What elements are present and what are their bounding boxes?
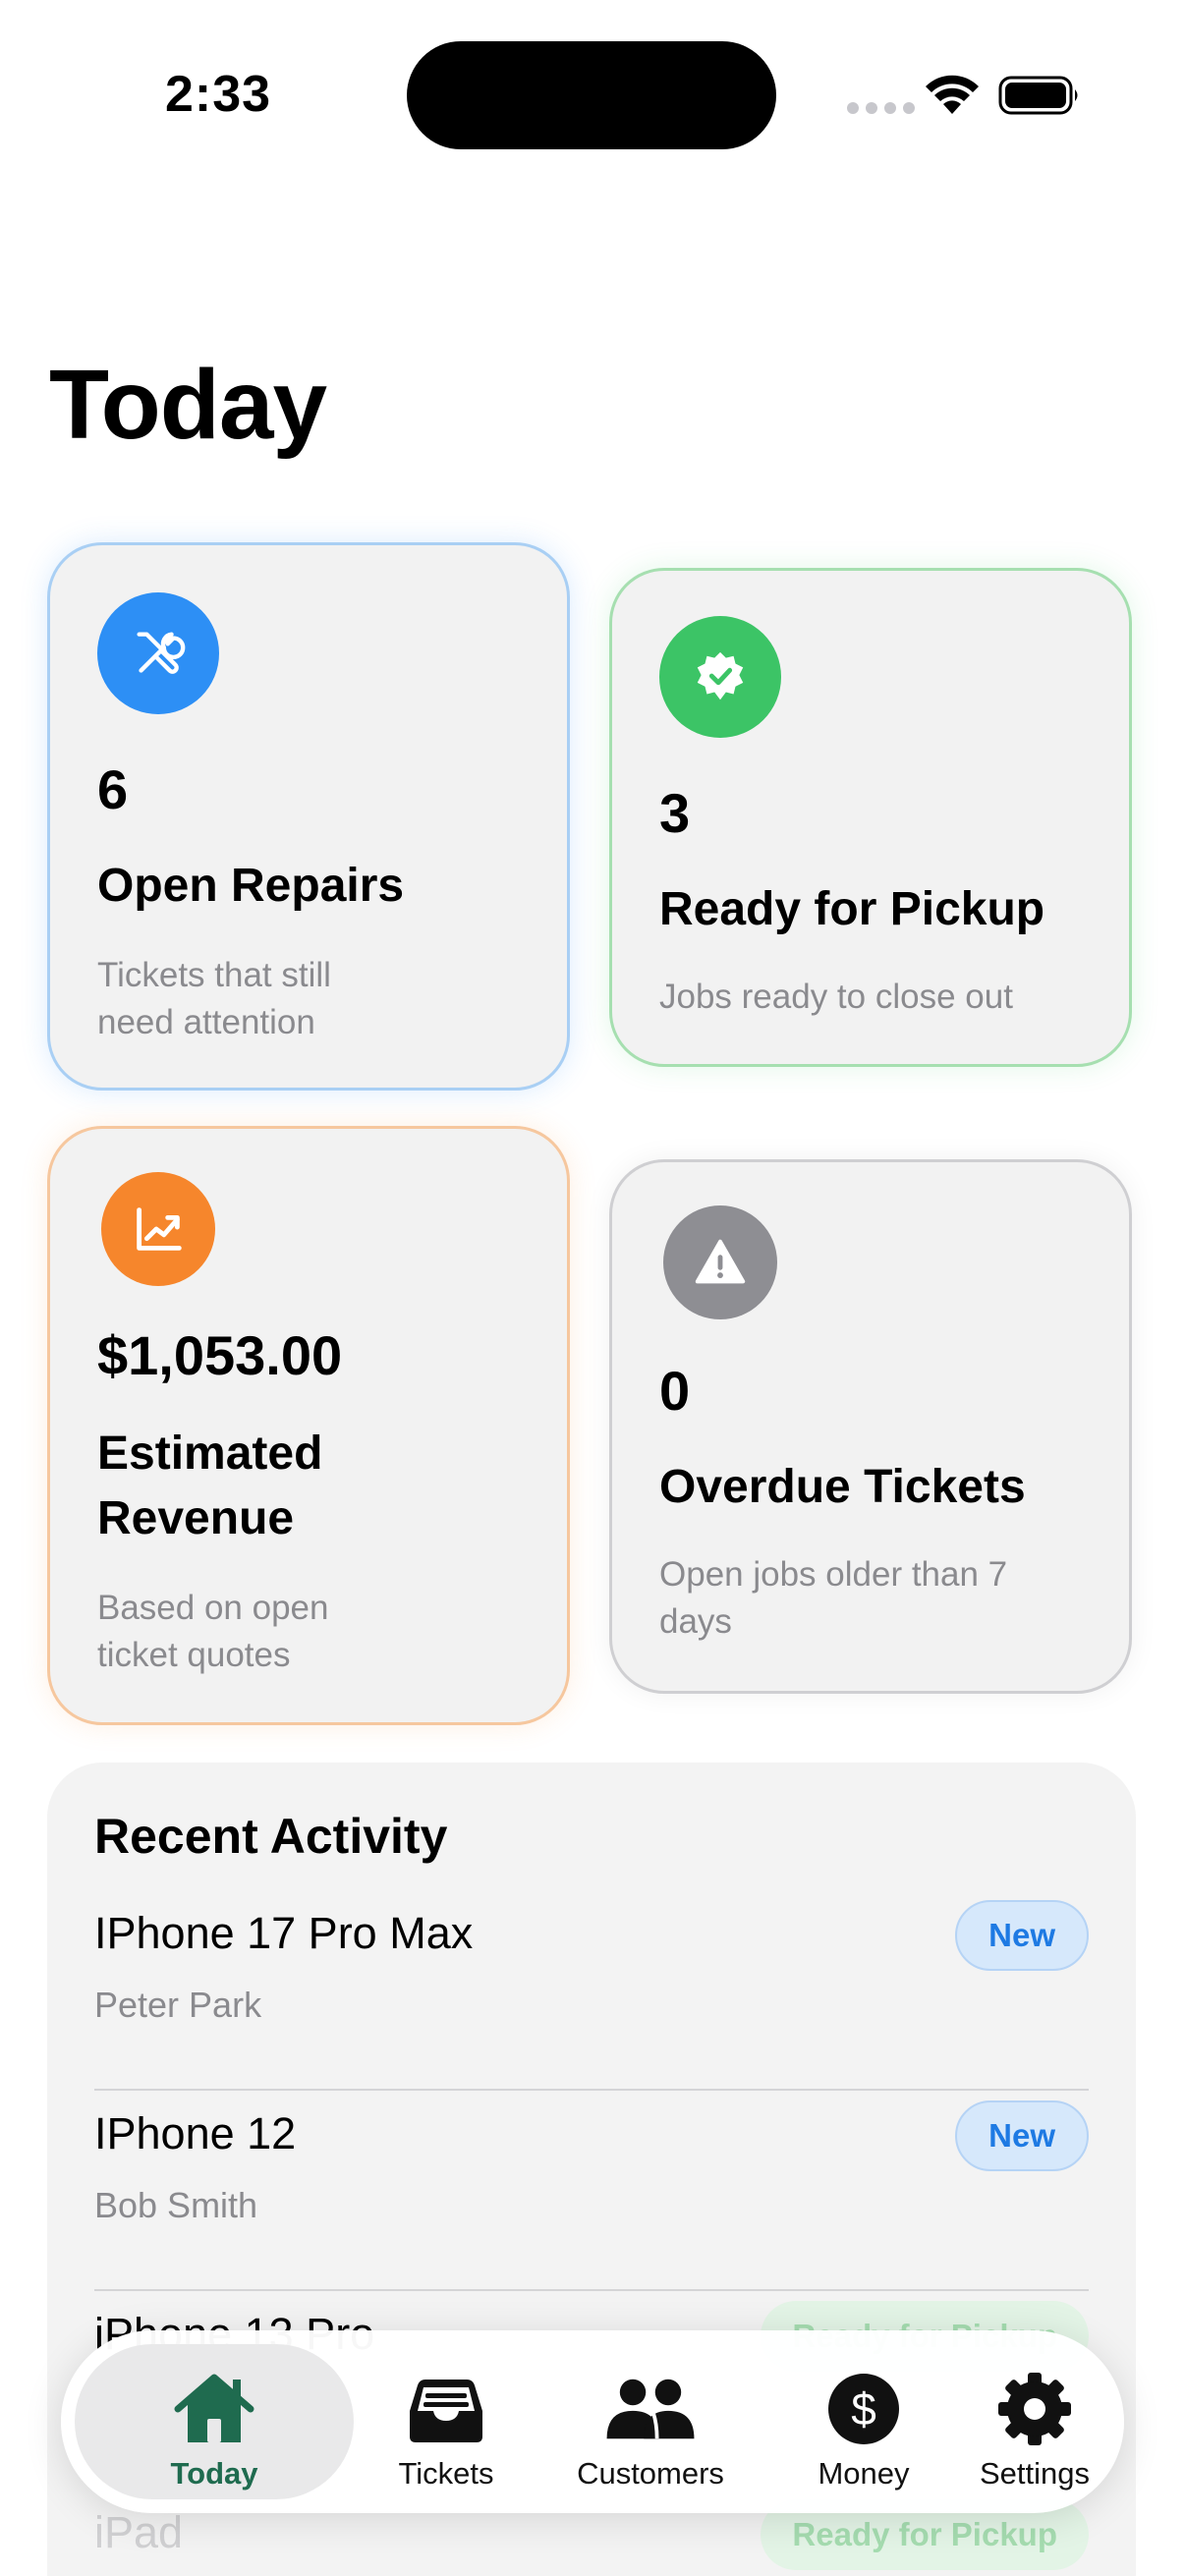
chart-up-icon [101,1172,215,1286]
estimated-revenue-description: Based on open ticket quotes [97,1589,329,1674]
warning-triangle-icon [663,1205,777,1319]
wifi-icon [926,75,979,114]
tab-label: Tickets [398,2456,494,2491]
checkmark-seal-icon [659,616,781,738]
open-repairs-label: Open Repairs [97,860,405,912]
activity-row[interactable]: IPhone 17 Pro Max Peter Park New [94,1890,1089,2091]
overdue-tickets-value: 0 [659,1360,691,1422]
dynamic-island [407,41,776,149]
tab-money[interactable]: $ Money [780,2344,947,2499]
estimated-revenue-card[interactable]: $1,053.00 Estimated Revenue Based on ope… [47,1126,570,1725]
wrench-screwdriver-icon [97,592,219,714]
activity-row[interactable]: IPhone 12 Bob Smith New [94,2091,1089,2291]
ready-for-pickup-card[interactable]: 3 Ready for Pickup Jobs ready to close o… [609,568,1132,1067]
tab-bar: Today Tickets Customers $ Money Settings [61,2330,1124,2513]
status-badge: New [955,2100,1089,2171]
activity-device: IPhone 12 [94,2108,297,2158]
tab-tickets[interactable]: Tickets [367,2344,525,2499]
tab-label: Customers [577,2456,724,2491]
svg-text:$: $ [851,2383,876,2435]
recent-activity-title: Recent Activity [94,1809,448,1864]
status-time: 2:33 [165,66,272,123]
activity-customer: Peter Park [94,1985,262,2025]
battery-icon [998,76,1078,115]
page-title: Today [49,350,327,460]
activity-device: IPhone 17 Pro Max [94,1908,474,1958]
tab-label: Today [170,2456,258,2491]
estimated-revenue-value: $1,053.00 [97,1324,343,1386]
overdue-tickets-description: Open jobs older than 7 days [659,1555,1008,1641]
ready-for-pickup-value: 3 [659,782,691,844]
open-repairs-description: Tickets that still need attention [97,956,331,1041]
overdue-tickets-card[interactable]: 0 Overdue Tickets Open jobs older than 7… [609,1159,1132,1694]
tab-today[interactable]: Today [75,2344,354,2499]
cellular-signal-icon [847,102,915,114]
activity-device: iPad [94,2507,184,2557]
status-badge: New [955,1900,1089,1971]
tray-icon [402,2372,490,2446]
tab-label: Money [818,2456,910,2491]
ready-for-pickup-description: Jobs ready to close out [659,978,1013,1016]
today-screen: 2:33 Today 6 Open Repairs Tickets that s… [0,0,1185,2576]
estimated-revenue-label: Estimated Revenue [97,1428,323,1544]
tab-label: Settings [979,2456,1090,2491]
house-icon [170,2372,258,2446]
activity-customer: Bob Smith [94,2185,258,2225]
tab-customers[interactable]: Customers [535,2344,766,2499]
ready-for-pickup-label: Ready for Pickup [659,883,1045,935]
open-repairs-card[interactable]: 6 Open Repairs Tickets that still need a… [47,542,570,1091]
open-repairs-value: 6 [97,758,129,820]
gear-icon [990,2372,1079,2446]
dollar-circle-icon: $ [819,2372,908,2446]
people-icon [596,2372,705,2446]
tab-settings[interactable]: Settings [951,2344,1118,2499]
overdue-tickets-label: Overdue Tickets [659,1461,1026,1513]
